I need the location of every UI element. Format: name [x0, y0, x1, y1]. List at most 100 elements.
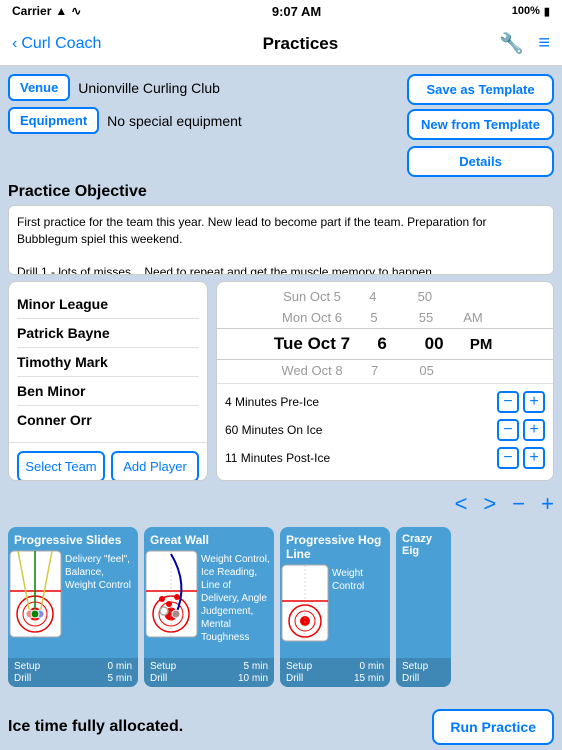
- drill-value: 10 min: [238, 673, 268, 684]
- status-bar: Carrier ▲ ∿ 9:07 AM 100% ▮: [0, 0, 562, 22]
- equipment-row: Equipment No special equipment: [8, 107, 399, 134]
- drill-label: Drill: [14, 673, 31, 684]
- battery-icon: ▮: [544, 5, 550, 18]
- back-label: Curl Coach: [21, 35, 101, 53]
- wifi-icon: ∿: [71, 4, 81, 18]
- practice-objective-text: First practice for the team this year. N…: [8, 205, 554, 275]
- drill-title: Great Wall: [144, 527, 274, 549]
- duration-label: 11 Minutes Post-Ice: [225, 451, 497, 465]
- drill-card: Progressive Slides: [8, 527, 138, 687]
- duration-controls: − +: [497, 391, 545, 413]
- select-team-button[interactable]: Select Team: [17, 451, 105, 481]
- drill-footer: Setup 0 min Drill 15 min: [280, 658, 390, 687]
- pre-ice-minus-button[interactable]: −: [497, 391, 519, 413]
- players-panel: Minor League Patrick Bayne Timothy Mark …: [8, 281, 208, 481]
- bottom-bar: Ice time fully allocated. Run Practice: [0, 704, 562, 750]
- drill-value: 5 min: [108, 673, 132, 684]
- equipment-value: No special equipment: [107, 113, 242, 129]
- drill-title: Progressive Slides: [8, 527, 138, 549]
- setup-value: 0 min: [108, 661, 132, 672]
- drill-rink: [144, 549, 199, 658]
- new-template-button[interactable]: New from Template: [407, 109, 554, 140]
- drill-body: Weight Control: [280, 563, 390, 658]
- equipment-button[interactable]: Equipment: [8, 107, 99, 134]
- run-practice-button[interactable]: Run Practice: [432, 709, 554, 745]
- time-row: Wed Oct 8 7 05: [217, 360, 553, 381]
- list-icon[interactable]: ≡: [538, 32, 550, 55]
- drill-card: Great Wall: [144, 527, 274, 687]
- next-button[interactable]: >: [483, 491, 496, 517]
- drill-label: Drill: [286, 673, 303, 684]
- wrench-icon[interactable]: 🔧: [499, 31, 524, 56]
- battery-text: 100%: [512, 5, 540, 17]
- status-carrier: Carrier ▲ ∿: [12, 4, 81, 18]
- chevron-left-icon: ‹: [12, 35, 17, 53]
- time-row: Mon Oct 6 5 55 AM: [217, 307, 553, 328]
- setup-value: 0 min: [360, 661, 384, 672]
- list-item: Ben Minor: [17, 377, 199, 406]
- middle-section: Minor League Patrick Bayne Timothy Mark …: [8, 281, 554, 481]
- template-buttons: Save as Template New from Template Detai…: [407, 74, 554, 177]
- drill-footer: Setup 0 min Drill 5 min: [8, 658, 138, 687]
- drill-card: Progressive Hog Line Weight Control: [280, 527, 390, 687]
- drills-section: Progressive Slides: [8, 527, 554, 687]
- duration-controls: − +: [497, 419, 545, 441]
- post-ice-minus-button[interactable]: −: [497, 447, 519, 469]
- player-actions: Select Team Add Player: [9, 442, 207, 481]
- status-time: 9:07 AM: [272, 4, 321, 19]
- duration-controls: − +: [497, 447, 545, 469]
- carrier-text: Carrier: [12, 4, 51, 18]
- minus-button[interactable]: −: [512, 491, 525, 517]
- back-button[interactable]: ‹ Curl Coach: [12, 35, 101, 53]
- main-content: Venue Unionville Curling Club Equipment …: [0, 66, 562, 750]
- on-ice-minus-button[interactable]: −: [497, 419, 519, 441]
- time-scroll[interactable]: Sun Oct 5 4 50 Mon Oct 6 5 55 AM Tue Oct…: [217, 286, 553, 383]
- duration-row: 60 Minutes On Ice − +: [225, 416, 545, 444]
- save-template-button[interactable]: Save as Template: [407, 74, 554, 105]
- list-item: Conner Orr: [17, 406, 199, 434]
- player-list: Minor League Patrick Bayne Timothy Mark …: [9, 282, 207, 442]
- plus-button[interactable]: +: [541, 491, 554, 517]
- venue-value: Unionville Curling Club: [78, 80, 220, 96]
- drill-body: Delivery "feel", Balance, Weight Control: [8, 549, 138, 658]
- drill-footer: Setup 5 min Drill 10 min: [144, 658, 274, 687]
- duration-label: 4 Minutes Pre-Ice: [225, 395, 497, 409]
- venue-row: Venue Unionville Curling Club: [8, 74, 399, 101]
- setup-label: Setup: [14, 661, 40, 672]
- allocated-text: Ice time fully allocated.: [8, 718, 183, 736]
- drill-body: Weight Control, Ice Reading, Line of Del…: [144, 549, 274, 658]
- time-picker-panel[interactable]: Sun Oct 5 4 50 Mon Oct 6 5 55 AM Tue Oct…: [216, 281, 554, 481]
- drill-title: Progressive Hog Line: [280, 527, 390, 563]
- duration-label: 60 Minutes On Ice: [225, 423, 497, 437]
- on-ice-plus-button[interactable]: +: [523, 419, 545, 441]
- drill-rink: [8, 549, 63, 658]
- pre-ice-plus-button[interactable]: +: [523, 391, 545, 413]
- duration-row: 11 Minutes Post-Ice − +: [225, 444, 545, 472]
- drill-title: Crazy Eig: [396, 527, 451, 559]
- drill-description: Delivery "feel", Balance, Weight Control: [63, 549, 138, 658]
- drill-rink: [280, 563, 330, 658]
- nav-bar: ‹ Curl Coach Practices 🔧 ≡: [0, 22, 562, 66]
- details-button[interactable]: Details: [407, 146, 554, 177]
- prev-button[interactable]: <: [455, 491, 468, 517]
- practice-objective-section: Practice Objective First practice for th…: [8, 183, 554, 275]
- venue-button[interactable]: Venue: [8, 74, 70, 101]
- setup-label: Setup: [150, 661, 176, 672]
- time-row-selected: Tue Oct 7 6 00 PM: [217, 328, 553, 360]
- drill-description: Weight Control: [330, 563, 390, 658]
- list-item: Patrick Bayne: [17, 319, 199, 348]
- drill-description: Weight Control, Ice Reading, Line of Del…: [199, 549, 274, 658]
- status-battery: 100% ▮: [512, 5, 550, 18]
- signal-icon: ▲: [55, 4, 67, 18]
- drill-card-partial: Crazy Eig Setup Drill: [396, 527, 451, 687]
- setup-value: 5 min: [244, 661, 268, 672]
- list-item: Timothy Mark: [17, 348, 199, 377]
- add-player-button[interactable]: Add Player: [111, 451, 199, 481]
- practice-objective-title: Practice Objective: [8, 183, 554, 201]
- drill-footer: Setup Drill: [396, 658, 451, 687]
- post-ice-plus-button[interactable]: +: [523, 447, 545, 469]
- duration-section: 4 Minutes Pre-Ice − + 60 Minutes On Ice …: [217, 383, 553, 476]
- top-section: Venue Unionville Curling Club Equipment …: [8, 74, 554, 177]
- drill-label: Drill: [150, 673, 167, 684]
- drill-value: 15 min: [354, 673, 384, 684]
